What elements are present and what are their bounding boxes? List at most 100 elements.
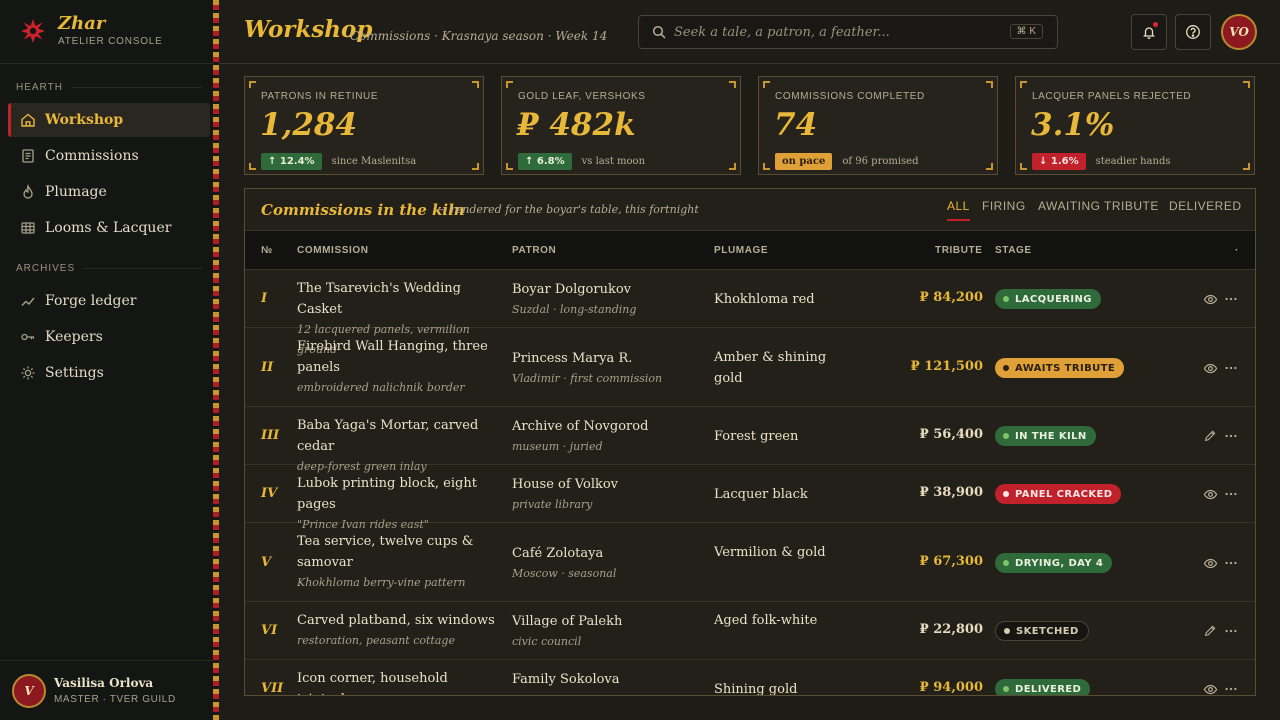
commission-note: restoration, peasant cottage (297, 634, 455, 647)
sidebar-item-settings[interactable]: Settings (8, 356, 210, 390)
divider (0, 63, 213, 64)
eye-button[interactable] (1201, 359, 1219, 377)
notification-dot (1153, 22, 1158, 27)
table-row[interactable]: III Baba Yaga's Mortar, carved cedar deep-… (245, 407, 1255, 473)
tribute-amount: ₽ 84,200 (919, 290, 983, 305)
more-button[interactable] (1222, 485, 1240, 503)
decorative-stripe (213, 0, 219, 720)
notifications-button[interactable] (1131, 14, 1167, 50)
pencil-icon (1203, 624, 1217, 638)
kpi-label: COMMISSIONS COMPLETED (775, 91, 925, 102)
more-button[interactable] (1222, 359, 1240, 377)
tab-all[interactable]: ALL (947, 199, 970, 221)
firebird-star-icon (21, 18, 45, 43)
sidebar-item-forge-ledger[interactable]: Forge ledger (8, 284, 210, 318)
home-icon (20, 112, 36, 128)
pencil-button[interactable] (1201, 622, 1219, 640)
sidebar-item-commissions[interactable]: Commissions (8, 139, 210, 173)
commission-title[interactable]: Icon corner, household triptych (297, 671, 448, 695)
card-ornament (986, 163, 993, 170)
more-button[interactable] (1222, 290, 1240, 308)
status-dot (1003, 365, 1009, 371)
sidebar-item-keepers[interactable]: Keepers (8, 320, 210, 354)
key-icon (20, 329, 36, 345)
more-button[interactable] (1222, 680, 1240, 695)
plumage-cell: Shining gold (714, 682, 798, 696)
row-number: IV (261, 486, 278, 501)
more-button[interactable] (1222, 622, 1240, 640)
tab-firing[interactable]: FIRING (982, 199, 1026, 219)
avatar: V (12, 673, 46, 708)
tab-awaiting-tribute[interactable]: AWAITING TRIBUTE (1038, 199, 1159, 219)
sidebar-item-looms-lacquer[interactable]: Looms & Lacquer (8, 211, 210, 245)
row-number: III (261, 428, 280, 443)
column-header-commission[interactable]: COMMISSION (297, 245, 369, 256)
tab-delivered[interactable]: DELIVERED (1169, 199, 1242, 219)
brand-subtitle: ATELIER CONSOLE (58, 36, 163, 47)
card-ornament (986, 81, 993, 88)
stage-label: AWAITS TRIBUTE (1015, 362, 1116, 374)
grid-icon (20, 220, 36, 236)
kpi-label: LACQUER PANELS REJECTED (1032, 91, 1192, 102)
kpi-value: 3.1% (1031, 107, 1115, 143)
card-ornament (506, 163, 513, 170)
commission-title[interactable]: Carved platband, six windows (297, 613, 495, 628)
search-bar[interactable]: ⌘ K (638, 15, 1058, 49)
row-number: V (261, 555, 272, 570)
table-row[interactable]: VII Icon corner, household triptych Family… (245, 660, 1255, 696)
search-input[interactable] (674, 24, 994, 40)
column-header-patron[interactable]: PATRON (512, 245, 556, 256)
plumage-cell: Aged folk-white (714, 613, 818, 628)
section-label-archives: ARCHIVES (16, 263, 202, 274)
commission-title[interactable]: The Tsarevich's Wedding Casket (297, 281, 461, 317)
commission-title[interactable]: Tea service, twelve cups & samovar (297, 534, 473, 570)
commission-title[interactable]: Lubok printing block, eight pages (297, 476, 477, 512)
table-row[interactable]: IV Lubok printing block, eight pages "Prin… (245, 465, 1255, 531)
column-header-tribute[interactable]: TRIBUTE (935, 245, 983, 256)
kpi-card-gold-leaf: GOLD LEAF, VERSHOKS ₽ 482k ↑ 6.8% vs last… (501, 76, 741, 175)
column-header-number: № (261, 245, 273, 256)
eye-button[interactable] (1201, 290, 1219, 308)
card-ornament (1020, 163, 1027, 170)
table-row[interactable]: II Firebird Wall Hanging, three panels emb… (245, 328, 1255, 407)
stage-label: PANEL CRACKED (1015, 488, 1113, 500)
card-ornament (1243, 81, 1250, 88)
patron-cell: Archive of Novgorod museum · juried (512, 416, 702, 457)
column-header-stage[interactable]: STAGE (995, 245, 1032, 256)
commissions-panel: Commissions in the kiln — rendered for t… (244, 188, 1256, 696)
eye-icon (1203, 556, 1218, 571)
more-options-icon (1224, 556, 1238, 570)
header: Workshop Commissions · Krasnaya season ·… (219, 0, 1280, 64)
patron-note: civic council (512, 635, 582, 648)
sidebar-item-plumage[interactable]: Plumage (8, 175, 210, 209)
flame-feather-icon (20, 184, 36, 200)
row-number: VII (261, 681, 284, 696)
table-row[interactable]: VI Carved platband, six windows restoratio… (245, 602, 1255, 660)
table-row[interactable]: I The Tsarevich's Wedding Casket 12 lacque… (245, 270, 1255, 356)
commission-title[interactable]: Baba Yaga's Mortar, carved cedar (297, 418, 478, 454)
sidebar-item-workshop[interactable]: Workshop (8, 103, 210, 137)
card-ornament (763, 81, 770, 88)
help-button[interactable] (1175, 14, 1211, 50)
more-button[interactable] (1222, 427, 1240, 445)
patron-name: Village of Palekh (512, 614, 623, 629)
eye-button[interactable] (1201, 554, 1219, 572)
user-profile[interactable]: V Vasilisa Orlova MASTER · TVER GUILD (0, 660, 213, 720)
more-button[interactable] (1222, 554, 1240, 572)
eye-button[interactable] (1201, 485, 1219, 503)
column-header-plumage[interactable]: PLUMAGE (714, 245, 768, 256)
pencil-button[interactable] (1201, 427, 1219, 445)
tribute-amount: ₽ 94,000 (919, 680, 983, 695)
eye-button[interactable] (1201, 680, 1219, 695)
patron-cell: Village of Palekh civic council (512, 611, 702, 652)
commission-note: Khokhloma berry-vine pattern (297, 576, 466, 589)
commission-title[interactable]: Firebird Wall Hanging, three panels (297, 339, 488, 375)
patron-name: Boyar Dolgorukov (512, 282, 632, 297)
table-row[interactable]: V Tea service, twelve cups & samovar Khokh… (245, 523, 1255, 602)
card-ornament (729, 163, 736, 170)
account-avatar[interactable]: VO (1221, 14, 1257, 50)
plumage-cell: Forest green (714, 429, 799, 444)
brand[interactable]: Zhar ATELIER CONSOLE (20, 14, 163, 47)
card-ornament (249, 81, 256, 88)
user-name: Vasilisa Orlova (54, 676, 154, 690)
